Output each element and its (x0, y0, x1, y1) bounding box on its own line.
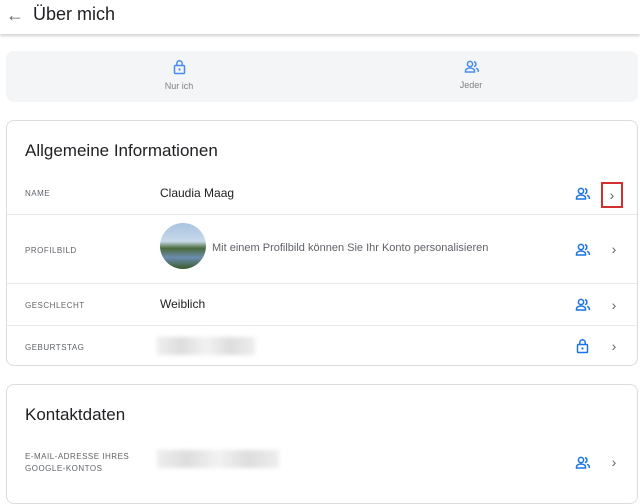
row-name[interactable]: NAME Claudia Maag › (7, 174, 637, 214)
chevron-right-icon[interactable]: › (601, 182, 623, 208)
people-icon (575, 298, 591, 311)
row-value: Weiblich (160, 297, 206, 311)
row-email[interactable]: E-MAIL-ADRESSE IHRES GOOGLE-KONTOS › (7, 440, 637, 490)
row-label: NAME (25, 189, 51, 198)
people-icon (464, 60, 479, 73)
legend-only-me-label: Nur ich (164, 81, 194, 91)
lock-icon (576, 339, 589, 354)
legend-only-me: Nur ich (119, 59, 239, 91)
row-profile-picture[interactable]: PROFILBILD Mit einem Profilbild können S… (7, 214, 637, 283)
redacted-value (157, 450, 279, 468)
row-label: PROFILBILD (25, 246, 77, 255)
legend-everyone-label: Jeder (459, 80, 483, 90)
redacted-value (157, 337, 255, 355)
row-label: GESCHLECHT (25, 301, 85, 310)
avatar[interactable] (160, 223, 206, 269)
chevron-right-icon[interactable]: › (605, 453, 623, 471)
general-info-card: Allgemeine Informationen NAME Claudia Ma… (6, 120, 638, 366)
top-bar: ← Über mich (0, 0, 640, 34)
row-label: GEBURTSTAG (25, 343, 85, 352)
people-icon (575, 243, 591, 256)
section-title: Allgemeine Informationen (25, 141, 218, 160)
page-title: Über mich (33, 4, 116, 24)
chevron-right-icon[interactable]: › (605, 337, 623, 355)
section-title: Kontaktdaten (25, 405, 126, 424)
chevron-right-icon[interactable]: › (605, 296, 623, 314)
visibility-legend: Nur ich Jeder (6, 51, 638, 102)
chevron-right-icon[interactable]: › (605, 240, 623, 258)
contact-card: Kontaktdaten E-MAIL-ADRESSE IHRES GOOGLE… (6, 384, 638, 504)
people-icon (575, 456, 591, 469)
people-icon (575, 187, 591, 200)
row-label: E-MAIL-ADRESSE IHRES GOOGLE-KONTOS (25, 452, 130, 473)
row-birthday[interactable]: GEBURTSTAG › (7, 325, 637, 366)
lock-icon (173, 60, 185, 75)
back-arrow-icon[interactable]: ← (6, 5, 24, 26)
row-value: Mit einem Profilbild können Sie Ihr Kont… (212, 242, 489, 254)
legend-everyone: Jeder (411, 59, 531, 90)
row-value: Claudia Maag (160, 186, 235, 200)
row-gender[interactable]: GESCHLECHT Weiblich › (7, 283, 637, 325)
